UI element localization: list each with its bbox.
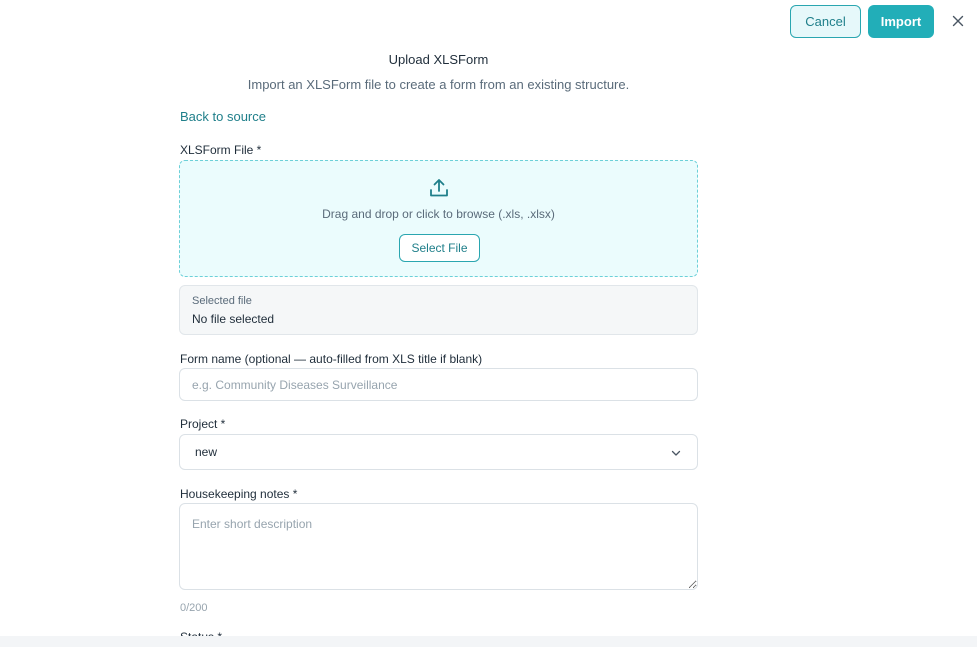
- form-name-label: Form name (optional — auto-filled from X…: [180, 352, 483, 366]
- selected-file-box: Selected file No file selected: [179, 285, 698, 335]
- form-name-input[interactable]: [179, 368, 698, 401]
- page-title: Upload XLSForm: [388, 52, 489, 67]
- character-counter: 0/200: [180, 602, 208, 614]
- page-subtitle: Import an XLSForm file to create a form …: [247, 77, 630, 92]
- back-to-source-link[interactable]: Back to source: [180, 109, 266, 124]
- xlsform-file-label: XLSForm File *: [180, 143, 262, 157]
- selected-file-label: Selected file: [192, 295, 252, 307]
- chevron-down-icon: [669, 446, 683, 460]
- close-icon[interactable]: [948, 11, 968, 31]
- selected-file-value: No file selected: [192, 312, 275, 326]
- project-selected-value: new: [195, 445, 218, 459]
- cancel-button[interactable]: Cancel: [790, 5, 861, 38]
- upload-icon: [428, 177, 450, 199]
- housekeeping-notes-textarea[interactable]: [179, 503, 698, 590]
- housekeeping-notes-label: Housekeeping notes *: [180, 487, 298, 501]
- select-file-button[interactable]: Select File: [399, 234, 480, 262]
- bottom-strip: [0, 636, 977, 647]
- file-dropzone[interactable]: Drag and drop or click to browse (.xls, …: [179, 160, 698, 277]
- project-select[interactable]: new: [179, 434, 698, 470]
- import-button[interactable]: Import: [868, 5, 934, 38]
- drop-instructions: Drag and drop or click to browse (.xls, …: [322, 207, 555, 221]
- top-bar: Cancel Import: [0, 5, 977, 38]
- project-label: Project *: [180, 417, 226, 431]
